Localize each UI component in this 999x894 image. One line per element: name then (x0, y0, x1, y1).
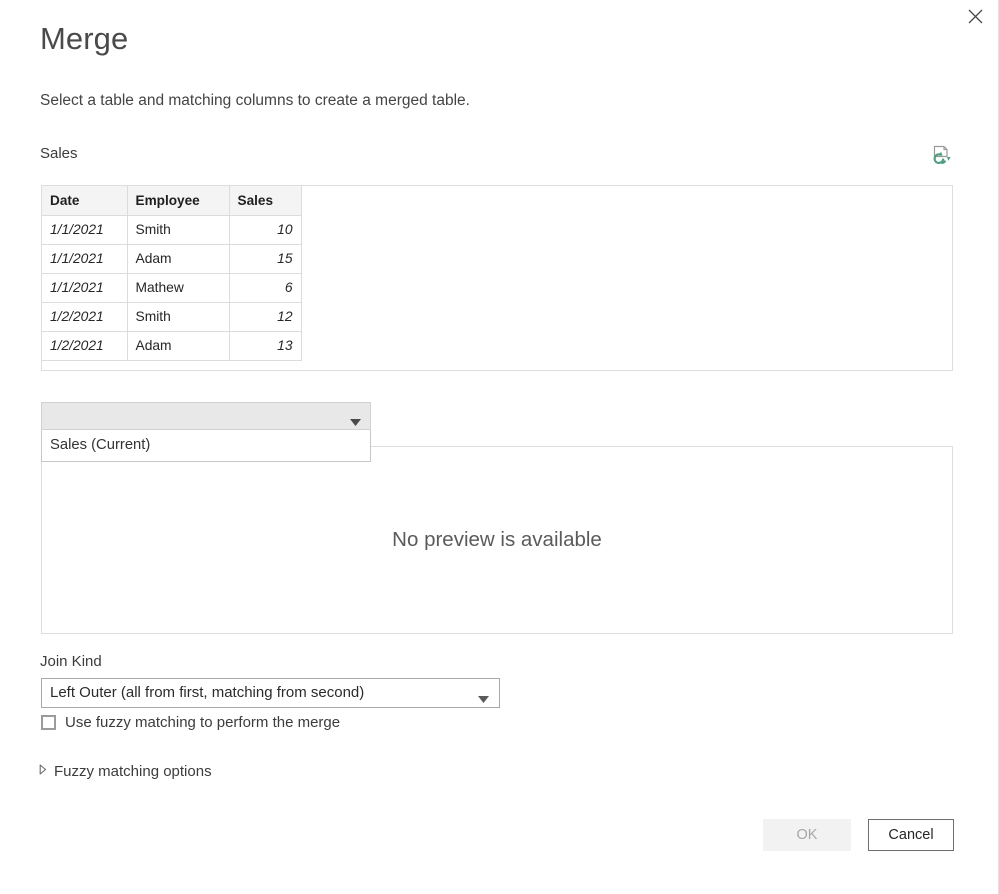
cell-employee: Smith (127, 215, 230, 245)
first-table-grid: Date Employee Sales 1/1/2021 Smith 10 1/… (42, 186, 302, 361)
cell-sales: 15 (229, 244, 302, 274)
table-row: 1/2/2021 Smith 12 (42, 302, 302, 332)
fuzzy-matching-options-expander[interactable]: Fuzzy matching options (39, 762, 212, 780)
cell-sales: 6 (229, 273, 302, 303)
page-subtitle: Select a table and matching columns to c… (40, 92, 470, 109)
second-table-preview-panel: No preview is available (41, 446, 953, 634)
column-header-date[interactable]: Date (42, 186, 128, 216)
refresh-preview-icon (931, 144, 953, 171)
first-table-preview-panel: Date Employee Sales 1/1/2021 Smith 10 1/… (41, 185, 953, 371)
second-table-option-sales-current[interactable]: Sales (Current) (42, 430, 370, 461)
cell-date: 1/2/2021 (42, 331, 128, 361)
cell-date: 1/2/2021 (42, 302, 128, 332)
use-fuzzy-matching-checkbox[interactable] (41, 715, 56, 730)
table-row: 1/1/2021 Adam 15 (42, 244, 302, 274)
cell-sales: 12 (229, 302, 302, 332)
cell-date: 1/1/2021 (42, 215, 128, 245)
ok-button[interactable]: OK (763, 819, 851, 851)
first-table-label: Sales (40, 145, 78, 162)
cell-date: 1/1/2021 (42, 244, 128, 274)
chevron-down-icon (478, 690, 489, 708)
cell-employee: Adam (127, 331, 230, 361)
table-row: 1/1/2021 Smith 10 (42, 215, 302, 245)
cell-employee: Mathew (127, 273, 230, 303)
join-kind-select[interactable]: Left Outer (all from first, matching fro… (41, 678, 500, 708)
join-kind-select-value: Left Outer (all from first, matching fro… (50, 684, 365, 701)
column-header-sales[interactable]: Sales (229, 186, 302, 216)
cell-sales: 10 (229, 215, 302, 245)
cell-employee: Smith (127, 302, 230, 332)
column-header-employee[interactable]: Employee (127, 186, 230, 216)
join-kind-label: Join Kind (40, 653, 102, 670)
table-row: 1/1/2021 Mathew 6 (42, 273, 302, 303)
cancel-button[interactable]: Cancel (868, 819, 954, 851)
page-title: Merge (40, 21, 129, 56)
cell-date: 1/1/2021 (42, 273, 128, 303)
table-row: 1/2/2021 Adam 13 (42, 331, 302, 361)
use-fuzzy-matching-row[interactable]: Use fuzzy matching to perform the merge (41, 714, 340, 731)
cell-sales: 13 (229, 331, 302, 361)
second-table-select[interactable] (41, 402, 371, 430)
close-button[interactable] (952, 0, 998, 32)
use-fuzzy-matching-label: Use fuzzy matching to perform the merge (65, 714, 341, 731)
merge-dialog: Merge Select a table and matching column… (0, 0, 999, 894)
chevron-down-icon (350, 413, 361, 431)
second-table-select-dropdown[interactable]: Sales (Current) (41, 430, 371, 462)
fuzzy-matching-options-label: Fuzzy matching options (54, 762, 212, 780)
close-icon (968, 9, 983, 24)
no-preview-message: No preview is available (392, 528, 602, 551)
refresh-preview-button[interactable] (927, 142, 957, 172)
table-header-row: Date Employee Sales (42, 186, 302, 216)
cell-employee: Adam (127, 244, 230, 274)
triangle-right-icon (39, 762, 47, 780)
